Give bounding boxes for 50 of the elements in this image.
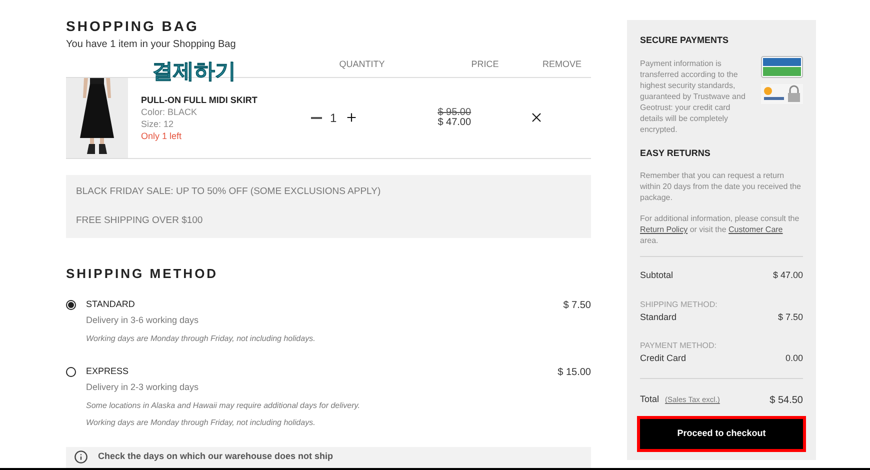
radio-button[interactable] bbox=[66, 300, 76, 310]
customer-care-link[interactable]: Customer Care bbox=[728, 225, 783, 234]
product-name: PULL-ON FULL MIDI SKIRT bbox=[141, 94, 258, 106]
promo-text: BLACK FRIDAY SALE: UP TO 50% OFF (SOME EXCLUSIONS APPLY) bbox=[76, 184, 381, 199]
bag-summary: You have 1 item in your Shopping Bag bbox=[66, 38, 236, 52]
security-text: Payment information is transferred according to the highest security standards, guaranteed by Trustwave and Geotrust: your credit card details will be completely encrypted. bbox=[640, 58, 746, 134]
trust-badge-icon bbox=[761, 56, 803, 78]
quantity-value: 1 bbox=[330, 110, 337, 127]
summary-label: Subtotal bbox=[640, 269, 674, 282]
column-header: REMOVE bbox=[542, 58, 582, 71]
summary-value: $ 7.50 bbox=[778, 310, 803, 324]
radio-button[interactable] bbox=[66, 366, 76, 377]
stock-note: Only 1 left bbox=[141, 130, 182, 142]
column-header: QUANTITY bbox=[338, 58, 386, 71]
original-price: $ 95.00 bbox=[438, 108, 472, 118]
summary-value: $ 47.00 bbox=[772, 269, 803, 282]
returns-info-text: For additional information, please consult the Return Policy or visit the Customer Care area. bbox=[640, 213, 800, 246]
summary-value: 0.00 bbox=[785, 352, 803, 365]
option-price: $ 15.00 bbox=[558, 366, 591, 380]
column-header: PRICE bbox=[470, 58, 500, 71]
overlay-label: 결제하기 bbox=[152, 60, 236, 84]
summary-caption: PAYMENT METHOD: bbox=[640, 340, 716, 352]
sale-price: $ 47.00 bbox=[438, 118, 472, 128]
product-detail: Color: BLACK bbox=[141, 106, 198, 118]
returns-text: Remember that you can request a return within 20 days from the date you received the package. bbox=[640, 170, 802, 203]
page-title: SHOPPING BAG bbox=[66, 17, 199, 36]
increase-button[interactable] bbox=[344, 111, 358, 124]
delivery-note: Working days are Monday through Friday, not including holidays. bbox=[86, 416, 316, 429]
delivery-note: Working days are Monday through Friday, not including holidays. bbox=[86, 332, 316, 345]
total-label: Total bbox=[640, 393, 660, 406]
section-title: SHIPPING METHOD bbox=[66, 265, 218, 284]
checkout-button[interactable]: Proceed to checkout bbox=[637, 416, 806, 452]
summary-label: Standard bbox=[640, 310, 677, 324]
summary-label: Credit Card bbox=[640, 352, 686, 365]
option-price: $ 7.50 bbox=[563, 298, 591, 313]
promo-text: FREE SHIPPING OVER $100 bbox=[76, 214, 203, 228]
delivery-time: Delivery in 3-6 working days bbox=[86, 314, 199, 328]
total-value: $ 54.50 bbox=[770, 394, 803, 408]
notice-text: Check the days on which our warehouse does not ship bbox=[98, 450, 334, 463]
summary-caption: SHIPPING METHOD: bbox=[640, 298, 718, 310]
section-title: EASY RETURNS bbox=[640, 146, 710, 160]
option-name: STANDARD bbox=[86, 298, 135, 311]
product-detail: Size: 12 bbox=[141, 118, 174, 130]
return-policy-link[interactable]: Return Policy bbox=[640, 225, 688, 234]
lock-badge-icon bbox=[761, 84, 803, 104]
delivery-note: Some locations in Alaska and Hawaii may require additional days for delivery. bbox=[86, 400, 360, 412]
option-name: EXPRESS bbox=[86, 364, 129, 378]
section-title: SECURE PAYMENTS bbox=[640, 34, 729, 47]
info-icon bbox=[74, 450, 88, 464]
delivery-time: Delivery in 2-3 working days bbox=[86, 381, 199, 394]
